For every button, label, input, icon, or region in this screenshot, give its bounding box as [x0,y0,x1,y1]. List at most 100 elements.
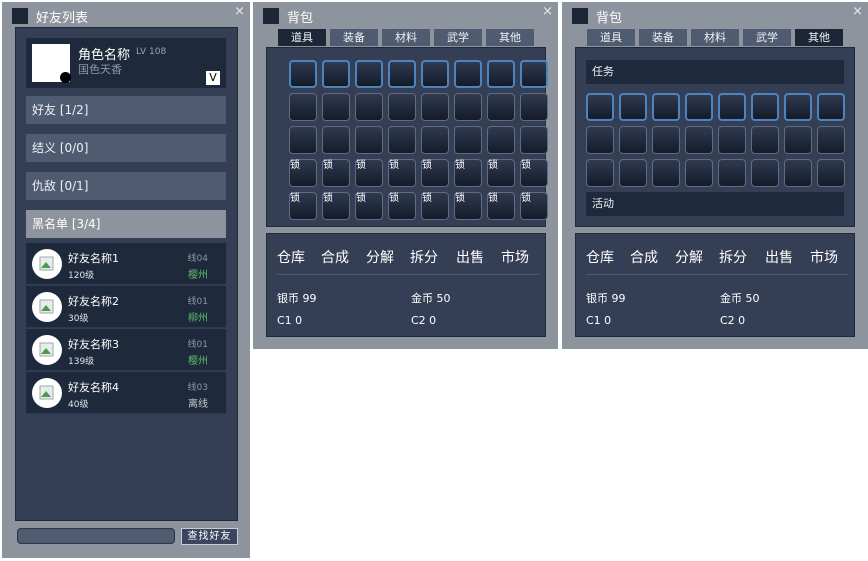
close-icon[interactable]: × [234,4,245,19]
inventory-slot[interactable] [289,126,317,154]
inventory-slot[interactable]: 锁 [487,159,515,187]
decompose-button[interactable]: 分解 [675,247,703,267]
inventory-slot[interactable]: 锁 [454,192,482,220]
inventory-slot[interactable] [751,159,779,187]
tab-other[interactable]: 其他 [486,29,534,46]
warehouse-button[interactable]: 仓库 [586,247,614,267]
find-friend-button[interactable]: 查找好友 [181,528,238,545]
inventory-slot[interactable] [586,126,614,154]
inventory-slot[interactable]: 锁 [322,192,350,220]
category-friends[interactable]: 好友 [1/2] [26,96,226,124]
tab-skills[interactable]: 武学 [743,29,791,46]
inventory-slot[interactable]: 锁 [454,159,482,187]
inventory-slot[interactable] [652,159,680,187]
inventory-slot[interactable] [751,93,779,121]
inventory-slot[interactable] [388,60,416,88]
sell-button[interactable]: 出售 [456,247,484,267]
inventory-slot[interactable] [322,60,350,88]
inventory-slot[interactable]: 锁 [421,159,449,187]
tab-materials[interactable]: 材料 [691,29,739,46]
inventory-slot[interactable]: 锁 [520,192,548,220]
inventory-slot[interactable] [355,60,383,88]
tab-equipment[interactable]: 装备 [639,29,687,46]
inventory-slot[interactable] [289,60,317,88]
inventory-slot[interactable] [652,93,680,121]
inventory-slot[interactable] [388,93,416,121]
inventory-slot[interactable]: 锁 [388,159,416,187]
inventory-slot[interactable] [718,93,746,121]
inventory-slot[interactable] [355,93,383,121]
inventory-slot[interactable] [619,126,647,154]
inventory-slot[interactable] [817,159,845,187]
inventory-slot[interactable] [718,159,746,187]
inventory-slot[interactable] [487,126,515,154]
inventory-slot[interactable] [520,60,548,88]
inventory-slot[interactable]: 锁 [289,159,317,187]
synthesize-button[interactable]: 合成 [321,247,349,267]
bag-titlebar[interactable]: 背包 × [253,2,558,30]
inventory-slot[interactable] [685,93,713,121]
inventory-slot[interactable] [784,126,812,154]
category-blacklist[interactable]: 黑名单 [3/4] [26,210,226,238]
inventory-slot[interactable] [487,60,515,88]
split-button[interactable]: 拆分 [410,247,438,267]
inventory-slot[interactable] [685,126,713,154]
friend-list-titlebar[interactable]: 好友列表 × [2,2,250,30]
bag-titlebar[interactable]: 背包 × [562,2,868,30]
inventory-slot[interactable] [487,93,515,121]
inventory-slot[interactable] [586,93,614,121]
inventory-slot[interactable] [289,93,317,121]
list-item[interactable]: 好友名称1 120级 线04 樱州 [26,243,226,285]
inventory-slot[interactable]: 锁 [289,192,317,220]
inventory-slot[interactable] [322,126,350,154]
inventory-slot[interactable] [817,126,845,154]
player-profile[interactable]: 角色名称 LV 108 国色天香 V [26,38,226,88]
inventory-slot[interactable] [355,126,383,154]
decompose-button[interactable]: 分解 [366,247,394,267]
tab-materials[interactable]: 材料 [382,29,430,46]
tab-equipment[interactable]: 装备 [330,29,378,46]
inventory-slot[interactable] [751,126,779,154]
list-item[interactable]: 好友名称4 40级 线03 离线 [26,372,226,414]
inventory-slot[interactable] [652,126,680,154]
inventory-slot[interactable] [388,126,416,154]
inventory-slot[interactable] [454,93,482,121]
synthesize-button[interactable]: 合成 [630,247,658,267]
inventory-slot[interactable]: 锁 [487,192,515,220]
inventory-slot[interactable] [784,159,812,187]
tab-skills[interactable]: 武学 [434,29,482,46]
inventory-slot[interactable] [421,126,449,154]
close-icon[interactable]: × [542,4,553,19]
sell-button[interactable]: 出售 [765,247,793,267]
category-sworn[interactable]: 结义 [0/0] [26,134,226,162]
inventory-slot[interactable] [520,93,548,121]
inventory-slot[interactable] [586,159,614,187]
inventory-slot[interactable] [454,126,482,154]
category-enemies[interactable]: 仇敌 [0/1] [26,172,226,200]
inventory-slot[interactable] [784,93,812,121]
list-item[interactable]: 好友名称2 30级 线01 柳州 [26,286,226,328]
inventory-slot[interactable] [685,159,713,187]
list-item[interactable]: 好友名称3 139级 线01 樱州 [26,329,226,371]
inventory-slot[interactable] [619,93,647,121]
inventory-slot[interactable] [421,93,449,121]
market-button[interactable]: 市场 [501,247,529,267]
inventory-slot[interactable]: 锁 [355,159,383,187]
inventory-slot[interactable]: 锁 [355,192,383,220]
market-button[interactable]: 市场 [810,247,838,267]
warehouse-button[interactable]: 仓库 [277,247,305,267]
tab-other[interactable]: 其他 [795,29,843,46]
close-icon[interactable]: × [852,4,863,19]
split-button[interactable]: 拆分 [719,247,747,267]
tab-items[interactable]: 道具 [587,29,635,46]
inventory-slot[interactable]: 锁 [322,159,350,187]
inventory-slot[interactable] [817,93,845,121]
inventory-slot[interactable] [619,159,647,187]
inventory-slot[interactable] [322,93,350,121]
inventory-slot[interactable]: 锁 [520,159,548,187]
inventory-slot[interactable]: 锁 [388,192,416,220]
inventory-slot[interactable]: 锁 [421,192,449,220]
inventory-slot[interactable] [454,60,482,88]
inventory-slot[interactable] [520,126,548,154]
inventory-slot[interactable] [421,60,449,88]
